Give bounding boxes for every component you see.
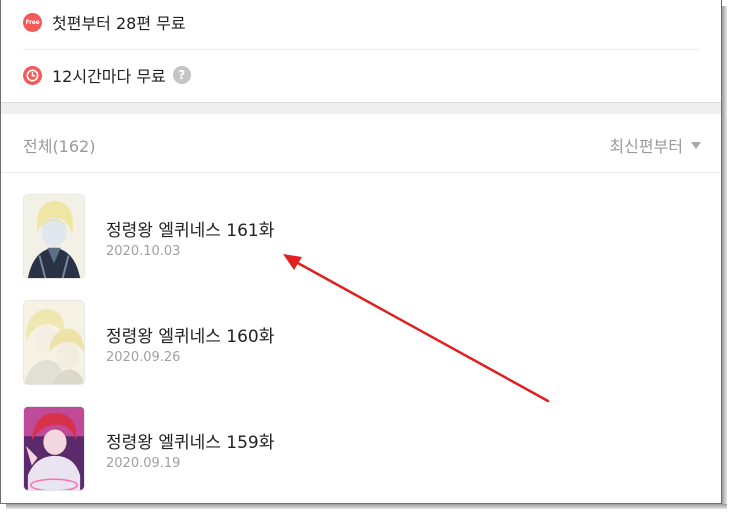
section-separator [1,102,721,114]
episode-thumbnail [23,194,85,279]
episode-date: 2020.09.26 [106,350,181,365]
episode-date: 2020.10.03 [106,244,181,259]
episode-list-header: 전체(162) 최신편부터 [1,114,721,173]
episode-date: 2020.09.19 [106,456,181,471]
help-icon[interactable]: ? [172,66,191,84]
sort-order-label: 최신편부터 [609,137,683,156]
episode-thumbnail [23,300,85,385]
info-divider [23,49,699,50]
clock-icon [23,65,42,85]
free-episodes-info: Free 첫편부터 28편 무료 [23,11,186,33]
webtoon-episode-panel: Free 첫편부터 28편 무료 12시간마다 무료 ? 전체(162) 최신편… [0,0,722,504]
episode-list-item[interactable]: 정령왕 엘퀴네스 159화 2020.09.19 [1,386,721,492]
episode-list-item[interactable]: 정령왕 엘퀴네스 161화 2020.10.03 [1,174,721,280]
episode-title: 정령왕 엘퀴네스 161화 [106,221,275,241]
frame-shadow-right [722,6,727,509]
episode-thumbnail [23,406,85,491]
free-badge-icon: Free [23,12,42,32]
free-episodes-text: 첫편부터 28편 무료 [52,14,186,33]
chevron-down-icon [691,141,701,149]
timer-free-info: 12시간마다 무료 ? [23,64,191,86]
timer-free-text: 12시간마다 무료 [52,67,166,86]
episode-title: 정령왕 엘퀴네스 159화 [106,433,275,453]
episode-list-item[interactable]: 정령왕 엘퀴네스 160화 2020.09.26 [1,280,721,386]
sort-order-button[interactable]: 최신편부터 [609,133,701,157]
frame-shadow-bottom [6,504,727,509]
total-episodes-label: 전체(162) [23,137,96,156]
episode-title: 정령왕 엘퀴네스 160화 [106,327,275,347]
